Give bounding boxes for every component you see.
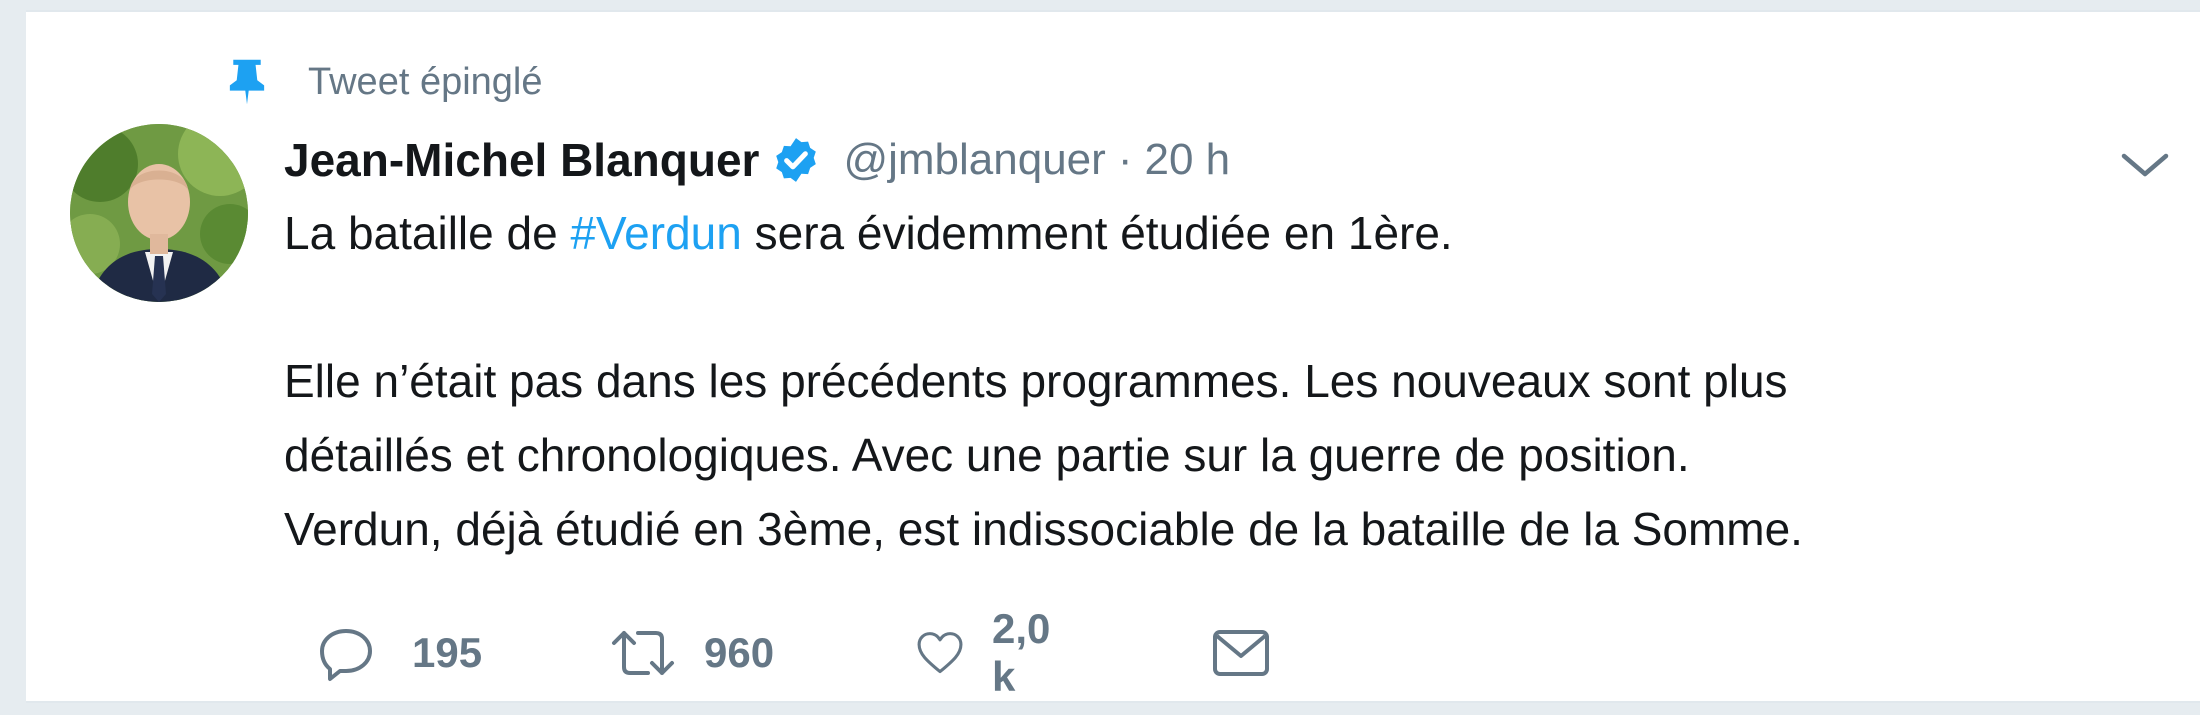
tweet-text: La bataille de #Verdun sera évidemment é… [284, 196, 2044, 566]
hashtag-link[interactable]: #Verdun [570, 207, 741, 259]
paragraph-break [284, 270, 2044, 344]
header-separator: · [1117, 135, 1133, 184]
author-name[interactable]: Jean-Michel Blanquer [284, 133, 759, 187]
tweet-line-3: détaillés et chronologiques. Avec une pa… [284, 429, 1690, 481]
tweet-content: Jean-Michel Blanquer @jmblanquer · 20 h … [284, 124, 2044, 566]
like-button[interactable]: 2,0 k [916, 605, 1064, 700]
verified-icon [776, 138, 817, 182]
pin-icon [229, 59, 265, 105]
pinned-label: Tweet épinglé [308, 60, 543, 103]
tweet-line-1: La bataille de #Verdun sera évidemment é… [284, 207, 1453, 259]
avatar[interactable] [70, 124, 248, 302]
pinned-indicator: Tweet épinglé [226, 52, 543, 112]
author-handle[interactable]: @jmblanquer [843, 135, 1105, 185]
like-count: 2,0 k [992, 605, 1051, 700]
message-icon [1213, 630, 1269, 676]
retweet-button[interactable]: 960 [610, 620, 774, 686]
reply-button[interactable]: 195 [316, 620, 482, 686]
caret-down-icon[interactable] [2118, 144, 2172, 184]
like-icon [917, 632, 963, 674]
tweet-line-4: Verdun, déjà étudié en 3ème, est indisso… [284, 503, 1803, 555]
reply-icon [320, 629, 372, 681]
reply-count: 195 [412, 629, 483, 676]
tweet-line-2: Elle n’était pas dans les précédents pro… [284, 355, 1788, 407]
tweet-timestamp[interactable]: 20 h [1144, 135, 1230, 185]
tweet-card[interactable]: Tweet épinglé Jean-Michel Blanquer @jmbl… [26, 10, 2200, 703]
retweet-count: 960 [704, 629, 775, 676]
retweet-icon [612, 631, 674, 675]
message-button[interactable] [1212, 620, 1270, 686]
tweet-header: Jean-Michel Blanquer @jmblanquer · 20 h [284, 124, 2044, 196]
